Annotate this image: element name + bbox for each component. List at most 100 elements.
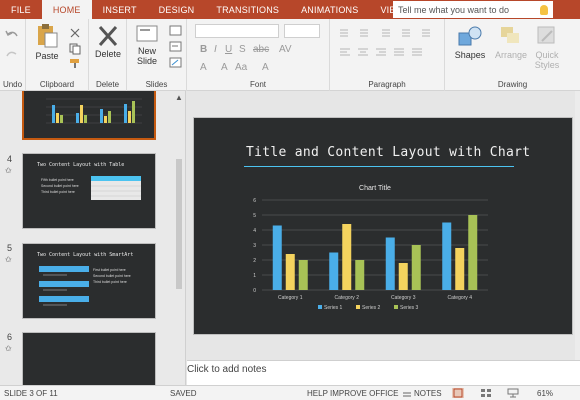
bar — [455, 248, 465, 290]
help-improve-link[interactable]: HELP IMPROVE OFFICE — [307, 389, 398, 398]
tab-file[interactable]: FILE — [0, 0, 42, 19]
slide-thumbnail-3[interactable] — [22, 91, 156, 140]
y-tick-label: 1 — [253, 273, 256, 279]
reset-icon[interactable] — [169, 41, 183, 53]
delete-label: Delete — [94, 49, 121, 59]
bar — [385, 237, 395, 290]
normal-view-icon — [453, 388, 463, 398]
undo-icon[interactable] — [5, 29, 19, 41]
slide-title[interactable]: Title and Content Layout with Chart — [246, 145, 530, 160]
slide-number-4: 4 — [7, 154, 13, 164]
section-icon[interactable] — [169, 57, 183, 69]
powerpoint-window: FILE HOME INSERT DESIGN TRANSITIONS ANIM… — [0, 0, 580, 400]
new-slide-icon — [136, 25, 158, 42]
slide-sorter-button[interactable] — [480, 388, 492, 398]
tab-insert[interactable]: INSERT — [92, 0, 148, 19]
tab-transitions[interactable]: TRANSITIONS — [205, 0, 290, 19]
list-icons[interactable] — [338, 27, 438, 39]
slide-editor: Title and Content Layout with Chart Char… — [187, 91, 580, 360]
delete-group: Delete Delete — [89, 19, 127, 91]
grow-font-icon[interactable]: A — [221, 62, 228, 73]
bar — [398, 263, 408, 290]
scroll-up-icon[interactable]: ▲ — [175, 93, 183, 102]
y-tick-label: 4 — [253, 228, 256, 234]
bar — [272, 225, 282, 290]
chart-title: Chart Title — [359, 185, 391, 192]
slide-thumbnail-6[interactable] — [22, 332, 156, 385]
bar — [411, 245, 421, 290]
shapes-icon — [458, 26, 482, 46]
y-tick-label: 3 — [253, 243, 256, 249]
drawing-group: Shapes Arrange Quick Styles Drawing — [445, 19, 580, 91]
quick-styles-label-1: Quick — [535, 50, 559, 60]
change-case-icon[interactable]: Aa — [235, 62, 247, 73]
char-spacing-icon[interactable]: AV — [279, 44, 292, 55]
undo-group: Undo — [0, 19, 26, 91]
clear-format-icon[interactable]: A — [262, 62, 269, 73]
presenter-view-icon — [507, 388, 519, 398]
new-slide-button[interactable]: New Slide — [131, 24, 163, 66]
arrange-icon — [501, 27, 519, 43]
bar — [468, 215, 478, 290]
font-group-label: Font — [249, 80, 266, 89]
arrange-button[interactable]: Arrange — [493, 24, 529, 60]
redo-icon[interactable] — [5, 49, 19, 61]
status-bar: SLIDE 3 OF 11 SAVED HELP IMPROVE OFFICE … — [0, 385, 580, 400]
font-color-icon[interactable]: A — [200, 62, 207, 73]
paste-button[interactable]: Paste — [32, 23, 62, 61]
transition-star-icon: ✩ — [5, 166, 12, 175]
tab-animations[interactable]: ANIMATIONS — [290, 0, 369, 19]
font-size-combo[interactable] — [284, 24, 320, 38]
italic-icon[interactable]: I — [214, 44, 217, 55]
paste-icon — [38, 24, 58, 48]
zoom-level[interactable]: 61% — [537, 389, 553, 398]
quick-styles-button[interactable]: Quick Styles — [531, 24, 563, 70]
bar-chart[interactable]: Chart Title 0 1 2 3 4 5 6 Category 1 Category 2 Ca… — [238, 178, 498, 318]
scroll-thumb[interactable] — [176, 159, 182, 289]
editor-scrollbar[interactable] — [575, 91, 580, 360]
thumbnail-scrollbar[interactable]: ▲ — [172, 91, 185, 385]
lightbulb-icon — [540, 4, 548, 15]
underline-icon[interactable]: U — [225, 44, 232, 55]
format-painter-icon[interactable] — [68, 57, 82, 69]
tell-me-search[interactable]: Tell me what you want to do — [393, 1, 553, 18]
slide-thumbnail-4[interactable]: Two Content Layout with Table Fifth bull… — [22, 153, 156, 229]
notes-button[interactable]: NOTES — [414, 389, 442, 398]
delete-group-label: Delete — [95, 80, 120, 89]
bar — [355, 260, 365, 290]
bold-icon[interactable]: B — [200, 44, 207, 55]
arrange-label: Arrange — [494, 50, 528, 60]
layout-icon[interactable] — [169, 25, 183, 37]
thumb-title-4: Two Content Layout with Table — [37, 162, 125, 168]
align-icons[interactable] — [338, 47, 438, 59]
notes-placeholder: Click to add notes — [187, 364, 267, 375]
cut-icon[interactable] — [68, 27, 82, 39]
tab-design[interactable]: DESIGN — [148, 0, 206, 19]
title-underline — [244, 166, 514, 167]
quick-styles-label-2: Styles — [534, 60, 560, 70]
notes-pane[interactable]: Click to add notes — [187, 360, 580, 385]
thumb-bullet: Third bullet point here — [41, 190, 75, 194]
slides-group-label: Slides — [145, 80, 168, 89]
thumb-smartart — [39, 266, 89, 306]
tab-home[interactable]: HOME — [41, 0, 92, 19]
current-slide[interactable]: Title and Content Layout with Chart Char… — [193, 117, 573, 335]
bar — [342, 224, 352, 290]
save-status: SAVED — [170, 389, 197, 398]
normal-view-button[interactable] — [452, 388, 464, 398]
delete-button[interactable]: Delete — [93, 25, 123, 59]
shadow-icon[interactable]: S — [239, 44, 246, 55]
quick-styles-icon — [537, 26, 555, 44]
bar — [442, 222, 452, 290]
strikethrough-icon[interactable]: abc — [253, 44, 269, 55]
slides-group: New Slide Slides — [127, 19, 187, 91]
shapes-label: Shapes — [454, 50, 486, 60]
shapes-button[interactable]: Shapes — [451, 24, 489, 60]
copy-icon[interactable] — [68, 43, 82, 55]
notes-icon[interactable] — [402, 388, 414, 398]
font-name-combo[interactable] — [195, 24, 279, 38]
paste-label: Paste — [35, 51, 59, 61]
slide-thumbnail-5[interactable]: Two Content Layout with SmartArt First b… — [22, 243, 156, 319]
presenter-view-button[interactable] — [507, 388, 519, 398]
x-tick-label: Category 3 — [391, 295, 416, 301]
